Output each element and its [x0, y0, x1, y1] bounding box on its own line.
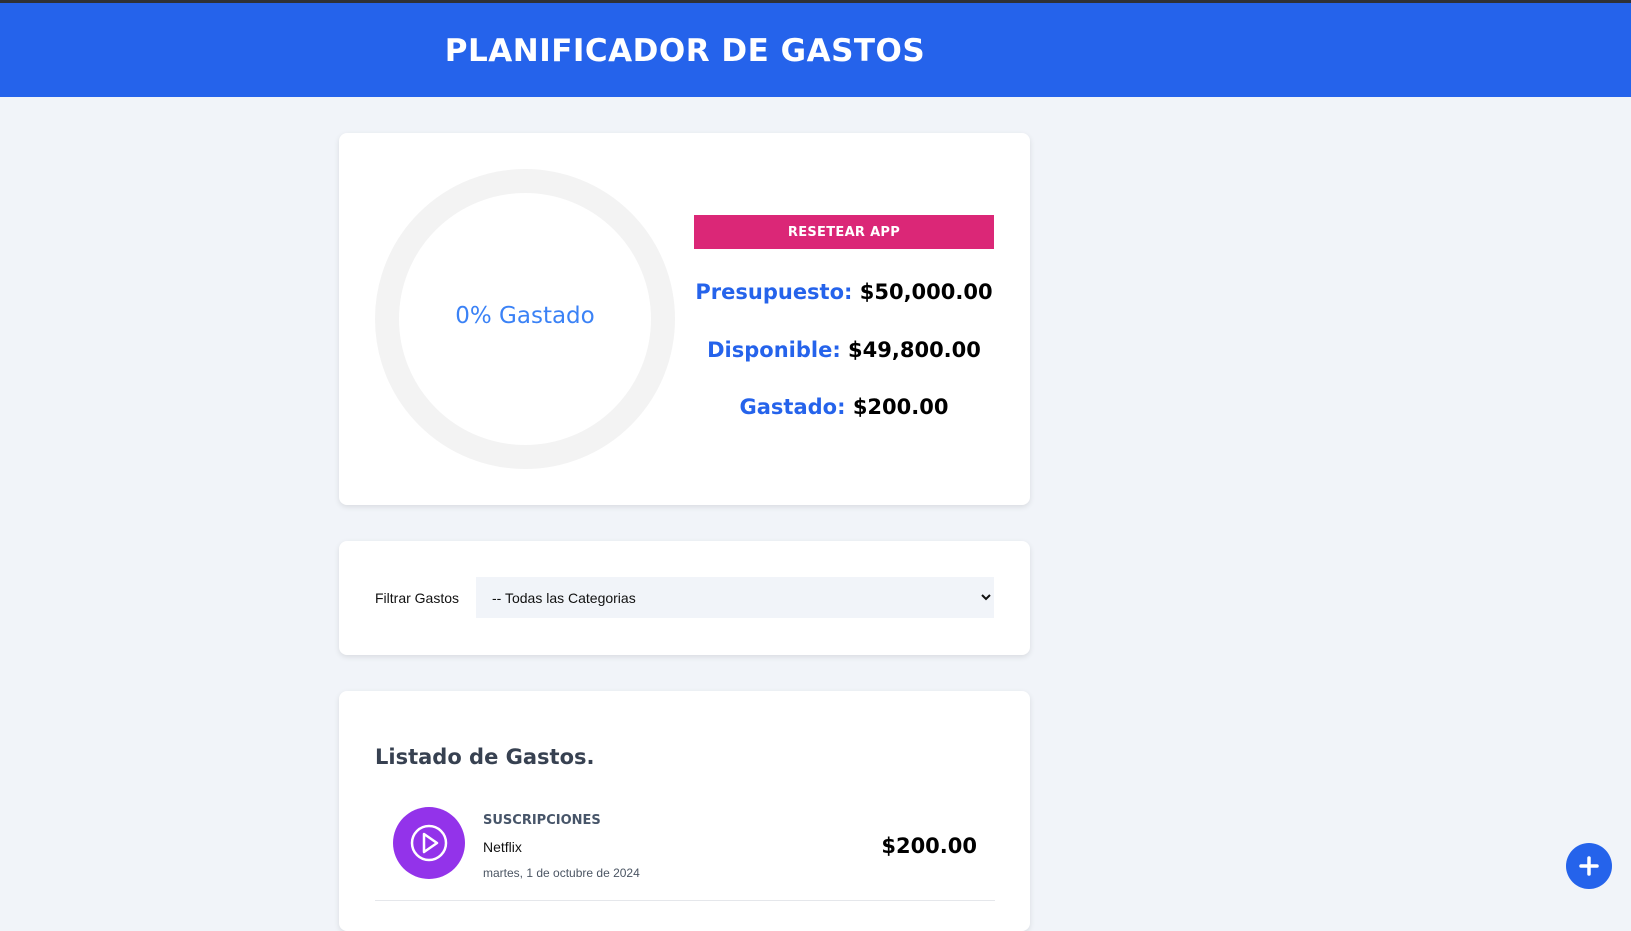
- play-icon: [393, 807, 465, 879]
- expense-category: SUSCRIPCIONES: [483, 813, 601, 828]
- filter-label: Filtrar Gastos: [375, 590, 460, 606]
- expense-list-card: Listado de Gastos. SUSCRIPCIONES Netflix…: [339, 691, 1030, 931]
- plus-icon: [1579, 856, 1599, 876]
- presupuesto-label: Presupuesto:: [695, 280, 853, 304]
- app-header: PLANIFICADOR DE GASTOS: [0, 3, 1631, 97]
- disponible-label: Disponible:: [707, 338, 841, 362]
- expense-list-title: Listado de Gastos.: [375, 745, 595, 769]
- reset-app-button[interactable]: RESETEAR APP: [694, 215, 994, 249]
- progress-text: 0% Gastado: [455, 303, 595, 329]
- gastado-stat: Gastado: $200.00: [694, 395, 994, 419]
- expense-date: martes, 1 de octubre de 2024: [483, 866, 640, 880]
- expense-amount: $200.00: [881, 834, 977, 858]
- add-expense-button[interactable]: [1566, 843, 1612, 889]
- disponible-stat: Disponible: $49,800.00: [694, 338, 994, 362]
- category-filter-select[interactable]: -- Todas las Categorias: [476, 577, 994, 618]
- expense-item[interactable]: SUSCRIPCIONES Netflix martes, 1 de octub…: [375, 802, 995, 901]
- disponible-value: $49,800.00: [848, 338, 981, 362]
- gastado-value: $200.00: [852, 395, 949, 419]
- gastado-label: Gastado:: [739, 395, 846, 419]
- presupuesto-value: $50,000.00: [859, 280, 993, 304]
- page-title: PLANIFICADOR DE GASTOS: [444, 33, 926, 69]
- filter-card: Filtrar Gastos -- Todas las Categorias: [339, 541, 1030, 655]
- presupuesto-stat: Presupuesto: $50,000.00: [694, 280, 994, 304]
- expense-name: Netflix: [483, 839, 522, 855]
- budget-card: 0% Gastado RESETEAR APP Presupuesto: $50…: [339, 133, 1030, 505]
